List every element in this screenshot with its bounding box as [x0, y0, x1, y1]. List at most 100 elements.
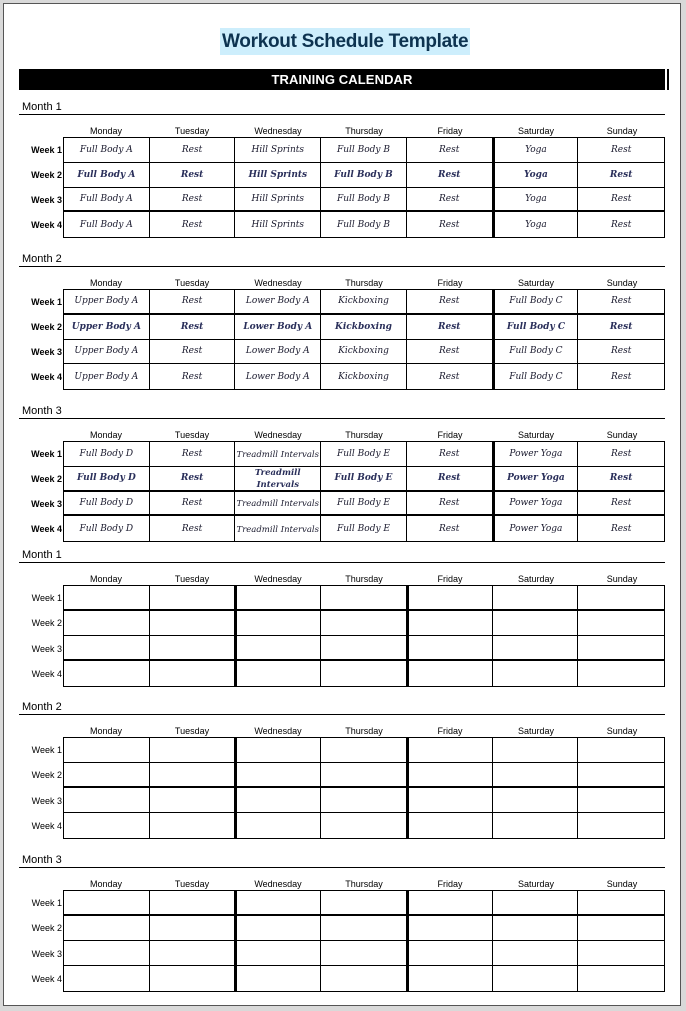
blank-schedule-cell[interactable] — [492, 941, 579, 966]
blank-schedule-cell[interactable] — [578, 661, 664, 686]
blank-schedule-cell[interactable] — [406, 636, 493, 661]
schedule-cell: Rest — [578, 492, 664, 517]
blank-schedule-cell[interactable] — [149, 916, 236, 941]
day-header-tuesday: Tuesday — [174, 430, 210, 440]
blank-schedule-cell[interactable] — [492, 788, 579, 813]
blank-schedule-cell[interactable] — [149, 611, 236, 636]
blank-schedule-cell[interactable] — [578, 813, 664, 838]
blank-schedule-cell[interactable] — [578, 941, 664, 966]
blank-schedule-cell[interactable] — [235, 636, 322, 661]
blank-schedule-cell[interactable] — [321, 966, 407, 991]
blank-schedule-cell[interactable] — [406, 763, 493, 788]
blank-schedule-cell[interactable] — [321, 941, 407, 966]
blank-schedule-cell[interactable] — [235, 661, 322, 686]
blank-schedule-cell[interactable] — [64, 738, 150, 763]
blank-schedule-cell[interactable] — [578, 636, 664, 661]
schedule-cell: Hill Sprints — [235, 212, 322, 237]
blank-schedule-cell[interactable] — [64, 636, 150, 661]
blank-schedule-cell[interactable] — [321, 916, 407, 941]
blank-schedule-cell[interactable] — [64, 661, 150, 686]
schedule-cell: Power Yoga — [492, 516, 579, 541]
blank-schedule-cell[interactable] — [235, 916, 322, 941]
blank-schedule-cell[interactable] — [406, 788, 493, 813]
blank-schedule-cell[interactable] — [149, 788, 236, 813]
week-label: Week 1 — [31, 897, 62, 908]
day-header-wednesday: Wednesday — [254, 278, 302, 288]
blank-schedule-cell[interactable] — [578, 891, 664, 916]
blank-schedule-cell[interactable] — [149, 891, 236, 916]
blank-schedule-cell[interactable] — [406, 661, 493, 686]
blank-schedule-cell[interactable] — [235, 966, 322, 991]
blank-schedule-cell[interactable] — [235, 611, 322, 636]
blank-schedule-cell[interactable] — [64, 916, 150, 941]
blank-schedule-cell[interactable] — [406, 966, 493, 991]
blank-schedule-cell[interactable] — [493, 813, 579, 838]
blank-schedule-cell[interactable] — [321, 738, 407, 763]
blank-schedule-cell[interactable] — [64, 891, 150, 916]
blank-schedule-cell[interactable] — [578, 966, 664, 991]
blank-schedule-cell[interactable] — [64, 763, 150, 788]
blank-schedule-cell[interactable] — [235, 788, 322, 813]
blank-schedule-cell[interactable] — [406, 738, 493, 763]
blank-schedule-cell[interactable] — [406, 891, 493, 916]
blank-schedule-cell[interactable] — [492, 738, 579, 763]
blank-schedule-cell[interactable] — [578, 788, 664, 813]
blank-schedule-cell[interactable] — [492, 611, 579, 636]
blank-schedule-cell[interactable] — [321, 813, 407, 838]
blank-schedule-cell[interactable] — [578, 763, 664, 788]
day-header-saturday: Saturday — [517, 278, 555, 288]
blank-schedule-cell[interactable] — [493, 966, 579, 991]
day-header-wednesday: Wednesday — [254, 430, 302, 440]
blank-schedule-cell[interactable] — [321, 788, 407, 813]
blank-schedule-cell[interactable] — [150, 661, 236, 686]
blank-schedule-cell[interactable] — [149, 636, 236, 661]
blank-schedule-cell[interactable] — [64, 788, 150, 813]
blank-schedule-cell[interactable] — [235, 738, 322, 763]
blank-schedule-cell[interactable] — [406, 916, 493, 941]
blank-schedule-cell[interactable] — [235, 813, 322, 838]
blank-schedule-cell[interactable] — [406, 813, 493, 838]
blank-schedule-cell[interactable] — [321, 636, 407, 661]
blank-schedule-cell[interactable] — [492, 586, 579, 611]
blank-schedule-cell[interactable] — [149, 763, 236, 788]
blank-schedule-cell[interactable] — [321, 661, 407, 686]
blank-schedule-cell[interactable] — [406, 611, 493, 636]
day-header-tuesday: Tuesday — [174, 278, 210, 288]
blank-schedule-cell[interactable] — [321, 891, 407, 916]
week-label: Week 4 — [31, 669, 62, 680]
blank-schedule-cell[interactable] — [64, 611, 150, 636]
blank-schedule-cell[interactable] — [64, 966, 150, 991]
blank-schedule-cell[interactable] — [235, 586, 322, 611]
month-label-text: Month 3 — [22, 405, 62, 417]
blank-schedule-cell[interactable] — [406, 941, 493, 966]
blank-schedule-cell[interactable] — [493, 661, 579, 686]
day-header-sunday: Sunday — [606, 430, 638, 440]
blank-schedule-cell[interactable] — [578, 586, 664, 611]
blank-schedule-cell[interactable] — [492, 916, 579, 941]
blank-schedule-cell[interactable] — [578, 916, 664, 941]
blank-schedule-cell[interactable] — [406, 586, 493, 611]
blank-schedule-cell[interactable] — [492, 891, 579, 916]
blank-schedule-cell[interactable] — [64, 586, 150, 611]
blank-schedule-cell[interactable] — [492, 763, 579, 788]
week-label: Week 3 — [31, 347, 62, 358]
blank-schedule-cell[interactable] — [321, 763, 407, 788]
blank-schedule-cell[interactable] — [64, 941, 150, 966]
blank-schedule-cell[interactable] — [235, 763, 322, 788]
blank-schedule-cell[interactable] — [235, 941, 322, 966]
blank-schedule-cell[interactable] — [321, 611, 407, 636]
blank-schedule-cell[interactable] — [492, 636, 579, 661]
schedule-cell: Lower Body A — [235, 314, 322, 340]
blank-schedule-cell[interactable] — [150, 813, 236, 838]
schedule-cell: Rest — [578, 163, 664, 188]
blank-schedule-cell[interactable] — [321, 586, 407, 611]
blank-schedule-cell[interactable] — [578, 738, 664, 763]
blank-schedule-cell[interactable] — [64, 813, 150, 838]
blank-schedule-cell[interactable] — [149, 586, 236, 611]
week-label: Week 2 — [31, 618, 62, 629]
blank-schedule-cell[interactable] — [578, 611, 664, 636]
blank-schedule-cell[interactable] — [149, 941, 236, 966]
blank-schedule-cell[interactable] — [149, 738, 236, 763]
blank-schedule-cell[interactable] — [235, 891, 322, 916]
blank-schedule-cell[interactable] — [150, 966, 236, 991]
